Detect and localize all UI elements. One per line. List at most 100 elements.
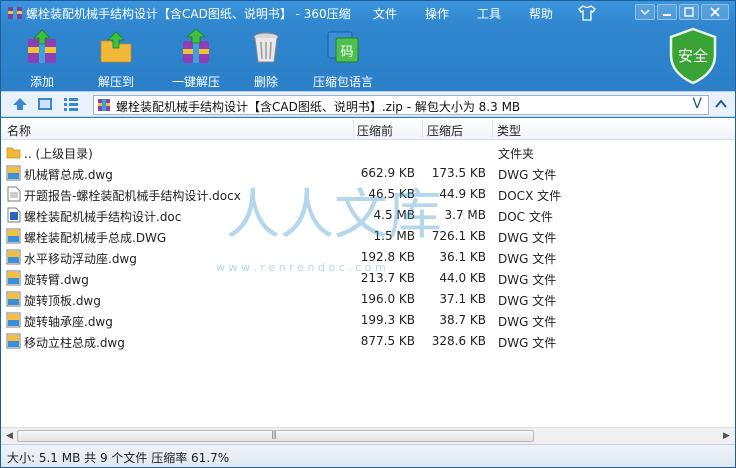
- one-click-extract-button[interactable]: 一键解压: [161, 27, 231, 89]
- docx-file-icon: [7, 186, 21, 202]
- one-click-extract-icon: [183, 28, 209, 63]
- table-row[interactable]: 开题报告-螺栓装配机械手结构设计.docx 46.5 KB 44.9 KB DOCX …: [1, 184, 735, 205]
- chevron-up-icon[interactable]: [713, 97, 729, 111]
- row-name: 水平移动浮动座.dwg: [24, 252, 137, 266]
- archive-path: 螺栓装配机械手结构设计【含CAD图纸、说明书】.zip - 解包大小为 8.3 …: [116, 100, 521, 114]
- row-size: 196.0 KB: [360, 292, 415, 306]
- column-name[interactable]: 名称: [7, 122, 31, 139]
- column-divider: [492, 120, 493, 138]
- thumbnail-view-icon[interactable]: [37, 97, 53, 111]
- column-packed[interactable]: 压缩后: [427, 122, 463, 139]
- table-row[interactable]: 水平移动浮动座.dwg 192.8 KB 36.1 KB DWG 文件: [1, 247, 735, 268]
- add-button[interactable]: 添加: [7, 27, 77, 89]
- skin-shirt-icon[interactable]: [578, 5, 596, 21]
- chevron-down-icon: [640, 9, 650, 16]
- table-row[interactable]: 旋转臂.dwg 213.7 KB 44.0 KB DWG 文件: [1, 268, 735, 289]
- row-name: 开题报告-螺栓装配机械手结构设计.docx: [24, 189, 241, 203]
- archive-language-label: 压缩包语言: [312, 75, 373, 89]
- row-type: DWG 文件: [498, 231, 557, 245]
- table-row[interactable]: 移动立柱总成.dwg 877.5 KB 328.6 KB DWG 文件: [1, 331, 735, 352]
- row-packed: 38.7 KB: [439, 313, 486, 327]
- archive-app-icon: [8, 7, 22, 19]
- column-divider: [353, 120, 354, 138]
- row-packed: 173.5 KB: [431, 166, 486, 180]
- maximize-icon: [684, 7, 694, 17]
- table-row[interactable]: 螺栓装配机械手总成.DWG 1.5 MB 726.1 KB DWG 文件: [1, 226, 735, 247]
- app-window: 螺栓装配机械手结构设计【含CAD图纸、说明书】 - 360压缩 文件 操作 工具…: [0, 0, 736, 468]
- row-size: 1.5 MB: [373, 229, 415, 243]
- window-controls: [635, 4, 729, 20]
- toolbar: 添加 解压到 一键解压 删除 码 压缩包语言: [1, 27, 735, 89]
- row-size: 4.5 MB: [373, 208, 415, 222]
- dwg-file-icon: [6, 333, 21, 349]
- address-bar[interactable]: 螺栓装配机械手结构设计【含CAD图纸、说明书】.zip - 解包大小为 8.3 …: [93, 95, 709, 115]
- extract-to-label: 解压到: [97, 75, 134, 89]
- row-name: 旋转轴承座.dwg: [24, 315, 113, 329]
- dwg-file-icon: [6, 291, 21, 307]
- menu-file[interactable]: 文件: [373, 5, 425, 22]
- row-packed: 44.9 KB: [439, 187, 486, 201]
- dwg-file-icon: [6, 249, 21, 265]
- row-type: DWG 文件: [498, 252, 557, 266]
- column-type[interactable]: 类型: [497, 122, 521, 139]
- table-row[interactable]: 旋转轴承座.dwg 199.3 KB 38.7 KB DWG 文件: [1, 310, 735, 331]
- archive-language-button[interactable]: 码 压缩包语言: [305, 27, 381, 89]
- row-type: DWG 文件: [498, 315, 557, 329]
- row-packed: 3.7 MB: [444, 208, 486, 222]
- menu-operation[interactable]: 操作: [425, 5, 477, 22]
- minimize-button[interactable]: [657, 4, 677, 20]
- doc-file-icon: [7, 207, 21, 223]
- row-type: 文件夹: [498, 147, 535, 161]
- status-bar: 大小: 5.1 MB 共 9 个文件 压缩率 61.7%: [1, 444, 735, 467]
- row-type: DWG 文件: [498, 294, 557, 308]
- row-name: 移动立柱总成.dwg: [24, 336, 125, 350]
- horizontal-scrollbar[interactable]: ◀ ||| ▶: [1, 427, 735, 444]
- scroll-right-icon[interactable]: ▶: [723, 431, 730, 441]
- row-name: 螺栓装配机械手结构设计.doc: [24, 210, 182, 224]
- menu-tools[interactable]: 工具: [477, 5, 529, 22]
- maximize-button[interactable]: [679, 4, 699, 20]
- row-name: 旋转顶板.dwg: [24, 294, 101, 308]
- row-name: 机械臂总成.dwg: [24, 168, 113, 182]
- row-name: 旋转臂.dwg: [24, 273, 89, 287]
- language-glyph: 码: [340, 45, 353, 60]
- row-packed: 328.6 KB: [431, 334, 486, 348]
- menu-dropdown-button[interactable]: [635, 4, 655, 20]
- list-view-icon[interactable]: [63, 97, 79, 111]
- row-size: 213.7 KB: [360, 271, 415, 285]
- dwg-file-icon: [6, 228, 21, 244]
- menu-help[interactable]: 帮助: [529, 5, 581, 22]
- row-name: .. (上级目录): [24, 147, 93, 161]
- file-list: 名称 压缩前 压缩后 类型 .. (上级目录) 文件夹机械臂总成.dwg 662.9…: [1, 118, 735, 427]
- add-archive-icon: [28, 29, 56, 63]
- menu-bar: 文件 操作 工具 帮助: [373, 5, 581, 22]
- table-row[interactable]: 机械臂总成.dwg 662.9 KB 173.5 KB DWG 文件: [1, 163, 735, 184]
- row-packed: 36.1 KB: [439, 250, 486, 264]
- delete-label: 删除: [253, 75, 278, 89]
- scroll-left-icon[interactable]: ◀: [6, 431, 13, 441]
- delete-button[interactable]: 删除: [231, 27, 301, 89]
- address-dropdown-button[interactable]: V: [692, 96, 702, 112]
- title-bar: 螺栓装配机械手结构设计【含CAD图纸、说明书】 - 360压缩 文件 操作 工具…: [1, 1, 735, 25]
- row-packed: 726.1 KB: [431, 229, 486, 243]
- column-size[interactable]: 压缩前: [357, 122, 393, 139]
- row-size: 192.8 KB: [360, 250, 415, 264]
- dwg-file-icon: [6, 312, 21, 328]
- security-shield-icon[interactable]: 安全: [667, 27, 719, 85]
- security-badge-text: 安全: [678, 47, 708, 65]
- table-row[interactable]: 旋转顶板.dwg 196.0 KB 37.1 KB DWG 文件: [1, 289, 735, 310]
- table-row[interactable]: 螺栓装配机械手结构设计.doc 4.5 MB 3.7 MB DOC 文件: [1, 205, 735, 226]
- add-label: 添加: [29, 75, 54, 89]
- column-divider: [422, 120, 423, 138]
- extract-to-button[interactable]: 解压到: [81, 27, 151, 89]
- row-packed: 37.1 KB: [439, 292, 486, 306]
- window-title: 螺栓装配机械手结构设计【含CAD图纸、说明书】 - 360压缩: [26, 7, 351, 21]
- one-click-extract-label: 一键解压: [171, 75, 220, 89]
- up-arrow-icon[interactable]: [12, 97, 28, 111]
- table-row[interactable]: .. (上级目录) 文件夹: [1, 142, 735, 163]
- row-type: DOC 文件: [498, 210, 553, 224]
- extract-to-icon: [100, 31, 132, 63]
- zip-archive-icon: [98, 99, 110, 111]
- close-button[interactable]: [701, 4, 729, 20]
- folder-icon: [6, 147, 21, 159]
